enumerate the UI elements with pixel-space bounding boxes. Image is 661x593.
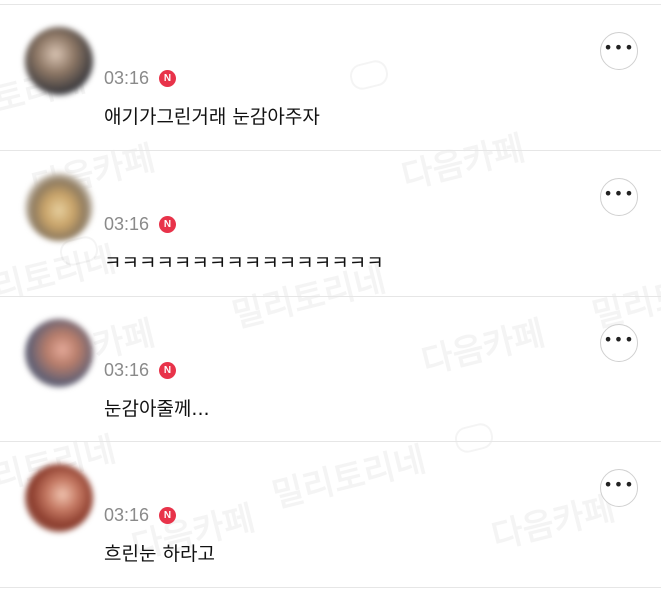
avatar[interactable] [25, 319, 93, 387]
comment-item: 03:16 N 눈감아줄께... ••• [0, 297, 661, 442]
comment-text: 흐린눈 하라고 [104, 543, 215, 565]
avatar[interactable] [25, 173, 93, 241]
more-options-button[interactable]: ••• [600, 324, 638, 362]
comment-item: 03:16 N 애기가그린거래 눈감아주자 ••• [0, 5, 661, 150]
comment-text: 눈감아줄께... [104, 398, 210, 420]
more-horizontal-icon: ••• [603, 38, 635, 57]
more-options-button[interactable]: ••• [600, 32, 638, 70]
comment-item: 03:16 N 흐린눈 하라고 ••• [0, 442, 661, 587]
avatar[interactable] [25, 27, 93, 95]
new-badge: N [159, 507, 176, 524]
avatar[interactable] [25, 464, 93, 532]
comment-timestamp: 03:16 [104, 214, 150, 234]
more-options-button[interactable]: ••• [600, 469, 638, 507]
comment-item: 03:16 N ㅋㅋㅋㅋㅋㅋㅋㅋㅋㅋㅋㅋㅋㅋㅋㅋ ••• [0, 151, 661, 296]
new-badge: N [159, 216, 176, 233]
comment-timestamp: 03:16 [104, 505, 150, 525]
more-horizontal-icon: ••• [603, 330, 635, 349]
comment-text: ㅋㅋㅋㅋㅋㅋㅋㅋㅋㅋㅋㅋㅋㅋㅋㅋ [104, 252, 384, 274]
new-badge: N [159, 70, 176, 87]
more-horizontal-icon: ••• [603, 475, 635, 494]
more-options-button[interactable]: ••• [600, 178, 638, 216]
comment-timestamp: 03:16 [104, 360, 150, 380]
new-badge: N [159, 362, 176, 379]
comment-timestamp: 03:16 [104, 68, 150, 88]
more-horizontal-icon: ••• [603, 184, 635, 203]
comment-text: 애기가그린거래 눈감아주자 [104, 106, 320, 128]
divider [0, 587, 661, 588]
